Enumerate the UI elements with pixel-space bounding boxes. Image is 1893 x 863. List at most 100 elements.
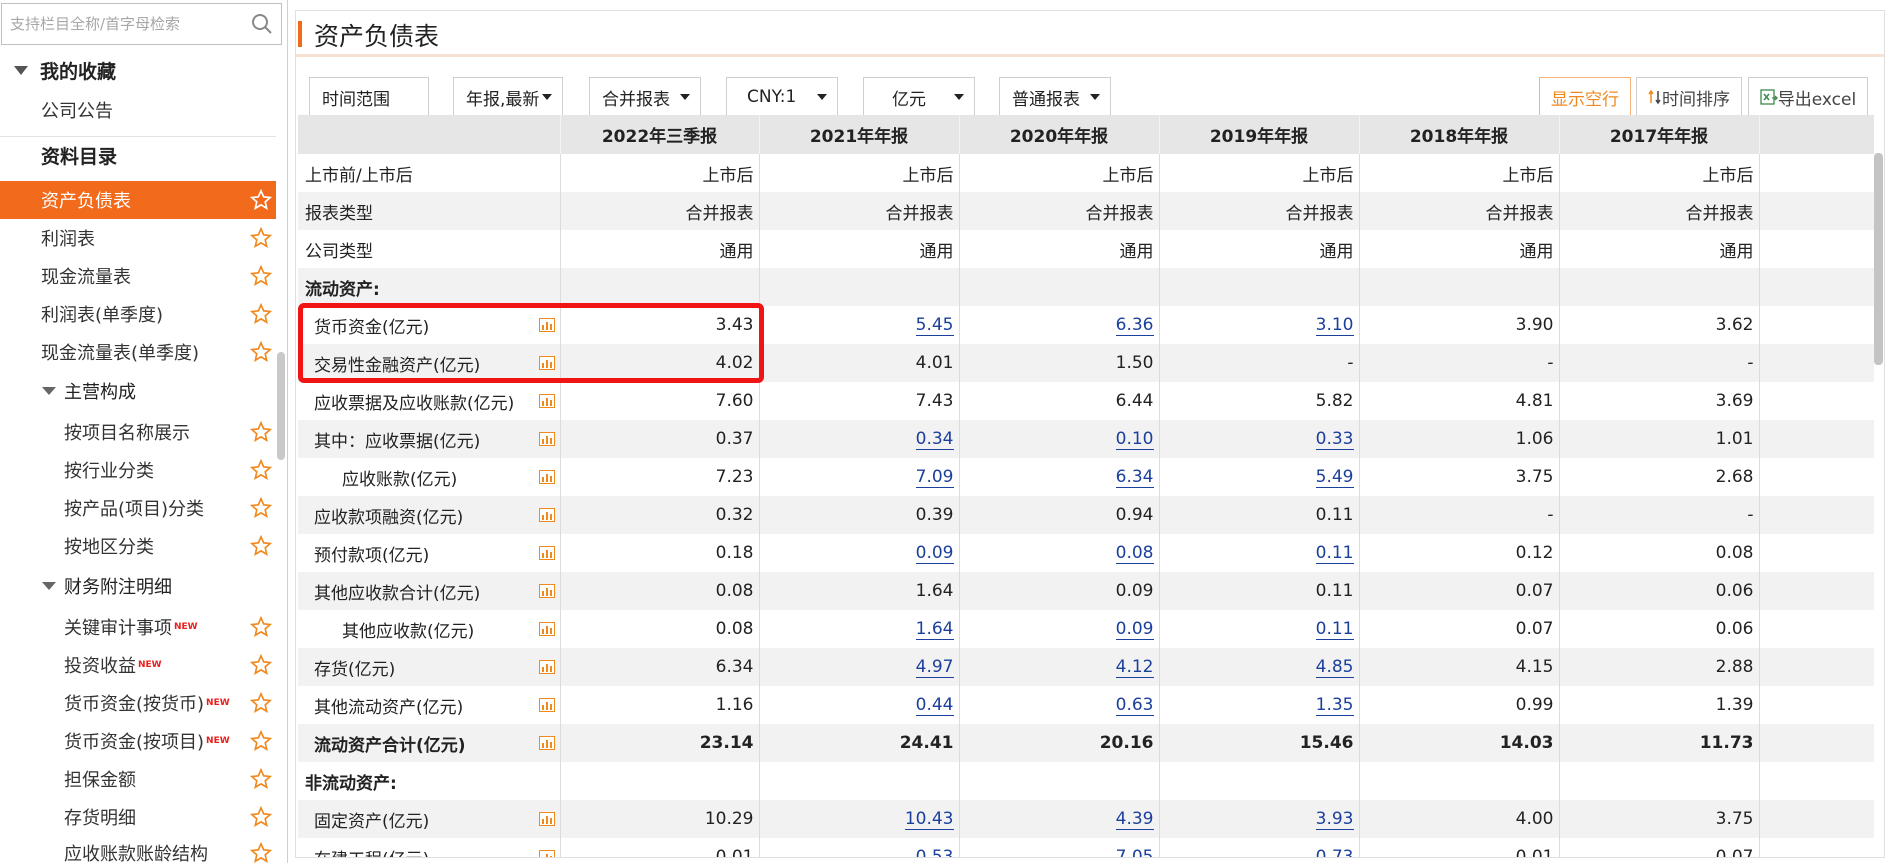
report-format-select[interactable]: 普通报表 [999, 77, 1111, 117]
value-cell[interactable]: 4.97 [759, 648, 960, 686]
value-cell[interactable]: 0.53 [759, 838, 960, 857]
bar-chart-icon[interactable] [538, 736, 555, 750]
star-icon[interactable] [250, 616, 272, 638]
bar-chart-icon[interactable] [538, 698, 555, 712]
header-cell-period[interactable]: 2019年年报 [1159, 115, 1360, 154]
value-cell[interactable]: 5.45 [759, 306, 960, 344]
value-link[interactable]: 0.09 [1115, 619, 1154, 640]
value-link[interactable]: 0.34 [915, 429, 954, 450]
value-cell[interactable]: 3.93 [1159, 800, 1360, 838]
value-cell[interactable]: 0.33 [1159, 420, 1360, 458]
time-sort-button[interactable]: 时间排序 [1636, 77, 1742, 117]
star-icon[interactable] [250, 535, 272, 557]
report-scope-select[interactable]: 合并报表 [589, 77, 701, 117]
star-icon[interactable] [250, 227, 272, 249]
header-cell-period[interactable]: 2021年年报 [759, 115, 960, 154]
value-cell[interactable]: 0.34 [759, 420, 960, 458]
star-icon[interactable] [250, 189, 272, 211]
star-icon[interactable] [250, 265, 272, 287]
value-cell[interactable]: 6.34 [959, 458, 1160, 496]
bar-chart-icon[interactable] [538, 812, 555, 826]
header-cell-period[interactable]: 2020年年报 [959, 115, 1160, 154]
search-icon[interactable] [251, 13, 273, 35]
value-link[interactable]: 0.09 [915, 543, 954, 564]
value-link[interactable]: 0.44 [915, 695, 954, 716]
value-cell[interactable]: 0.11 [1159, 534, 1360, 572]
bar-chart-icon[interactable] [538, 318, 555, 332]
value-link[interactable]: 4.85 [1315, 657, 1354, 678]
search-input[interactable] [2, 4, 242, 44]
time-range-button[interactable]: 时间范围 [309, 77, 429, 117]
value-link[interactable]: 0.08 [1115, 543, 1154, 564]
bar-chart-icon[interactable] [538, 660, 555, 674]
sidebar-item-by-project-name[interactable]: 按项目名称展示 [0, 413, 276, 451]
value-link[interactable]: 10.43 [904, 809, 954, 830]
value-link[interactable]: 1.64 [915, 619, 954, 640]
sidebar-item-cash-flow[interactable]: 现金流量表 [0, 257, 276, 295]
bar-chart-icon[interactable] [538, 546, 555, 560]
sidebar-scrollbar[interactable] [277, 352, 285, 460]
sidebar-item-key-audit[interactable]: 关键审计事项 NEW [0, 608, 276, 646]
bar-chart-icon[interactable] [538, 356, 555, 370]
sidebar-item-announcements[interactable]: 公司公告 [0, 91, 276, 129]
value-cell[interactable]: 4.12 [959, 648, 1160, 686]
star-icon[interactable] [250, 842, 272, 863]
value-cell[interactable]: 0.73 [1159, 838, 1360, 857]
value-link[interactable]: 0.11 [1315, 619, 1354, 640]
unit-select[interactable]: 亿元 [863, 77, 975, 117]
star-icon[interactable] [250, 497, 272, 519]
bar-chart-icon[interactable] [538, 470, 555, 484]
header-cell-period[interactable]: 2017年年报 [1559, 115, 1760, 154]
value-cell[interactable]: 4.39 [959, 800, 1160, 838]
sidebar-item-by-product[interactable]: 按产品(项目)分类 [0, 489, 276, 527]
star-icon[interactable] [250, 730, 272, 752]
value-cell[interactable]: 1.35 [1159, 686, 1360, 724]
main-composition-group[interactable]: 主营构成 [0, 372, 276, 410]
value-link[interactable]: 1.35 [1315, 695, 1354, 716]
value-cell[interactable]: 5.49 [1159, 458, 1360, 496]
value-cell[interactable]: 1.64 [759, 610, 960, 648]
sidebar-item-investment-income[interactable]: 投资收益 NEW [0, 646, 276, 684]
bar-chart-icon[interactable] [538, 508, 555, 522]
value-link[interactable]: 5.49 [1315, 467, 1354, 488]
currency-select[interactable]: CNY:1 [726, 77, 838, 117]
star-icon[interactable] [250, 341, 272, 363]
value-cell[interactable]: 0.08 [959, 534, 1160, 572]
report-period-select[interactable]: 年报,最新 [453, 77, 563, 117]
value-link[interactable]: 5.45 [915, 315, 954, 336]
favorites-group[interactable]: 我的收藏 [0, 51, 276, 89]
bar-chart-icon[interactable] [538, 850, 555, 857]
sidebar-item-income-quarterly[interactable]: 利润表(单季度) [0, 295, 276, 333]
sidebar-item-cash-flow-quarterly[interactable]: 现金流量表(单季度) [0, 333, 276, 371]
value-link[interactable]: 0.63 [1115, 695, 1154, 716]
star-icon[interactable] [250, 692, 272, 714]
show-empty-rows-button[interactable]: 显示空行 [1539, 77, 1631, 117]
bar-chart-icon[interactable] [538, 584, 555, 598]
value-link[interactable]: 7.09 [915, 467, 954, 488]
sidebar-item-guarantee[interactable]: 担保金额 [0, 760, 276, 798]
bar-chart-icon[interactable] [538, 394, 555, 408]
value-link[interactable]: 0.73 [1315, 847, 1354, 857]
value-cell[interactable]: 7.05 [959, 838, 1160, 857]
value-link[interactable]: 3.10 [1315, 315, 1354, 336]
value-link[interactable]: 6.36 [1115, 315, 1154, 336]
sidebar-item-income-statement[interactable]: 利润表 [0, 219, 276, 257]
value-cell[interactable]: 6.36 [959, 306, 1160, 344]
star-icon[interactable] [250, 654, 272, 676]
sidebar-item-inventory-detail[interactable]: 存货明细 [0, 798, 276, 836]
value-cell[interactable]: 3.10 [1159, 306, 1360, 344]
value-link[interactable]: 3.93 [1315, 809, 1354, 830]
star-icon[interactable] [250, 421, 272, 443]
value-link[interactable]: 4.39 [1115, 809, 1154, 830]
value-cell[interactable]: 7.09 [759, 458, 960, 496]
sidebar-item-by-industry[interactable]: 按行业分类 [0, 451, 276, 489]
bar-chart-icon[interactable] [538, 622, 555, 636]
value-link[interactable]: 0.11 [1315, 543, 1354, 564]
value-cell[interactable]: 0.09 [959, 610, 1160, 648]
star-icon[interactable] [250, 303, 272, 325]
value-link[interactable]: 4.12 [1115, 657, 1154, 678]
sidebar-item-cash-by-project[interactable]: 货币资金(按项目) NEW [0, 722, 276, 760]
sidebar-item-receivable-aging[interactable]: 应收账款账龄结构 [0, 834, 276, 863]
header-cell-period[interactable]: 2022年三季报 [560, 115, 760, 154]
value-link[interactable]: 7.05 [1115, 847, 1154, 857]
